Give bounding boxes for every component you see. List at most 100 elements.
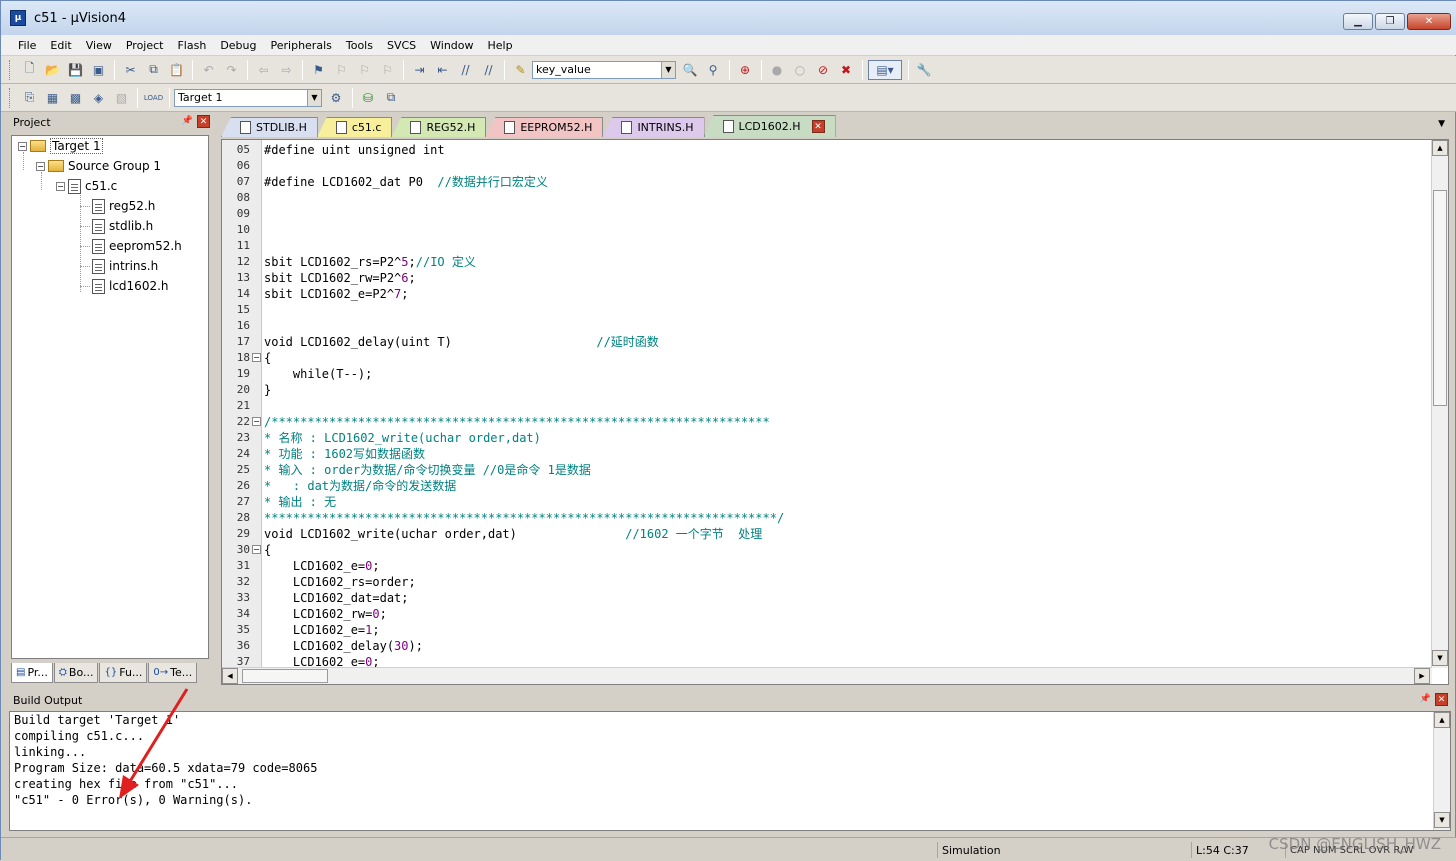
menu-window[interactable]: Window [423, 39, 480, 52]
tab-project[interactable]: ▤ Pr... [11, 663, 53, 683]
unindent-icon[interactable]: ⇤ [433, 60, 453, 80]
fold-icon[interactable]: − [252, 417, 261, 426]
paste-icon[interactable]: 📋 [167, 60, 187, 80]
toolbar-grip[interactable] [9, 87, 12, 108]
tree-item-header[interactable]: reg52.h [92, 197, 155, 215]
build-output-text[interactable]: Build target 'Target 1' compiling c51.c.… [9, 711, 1451, 831]
navigate-forward-icon[interactable]: ⇨ [277, 60, 297, 80]
tree-item-header[interactable]: stdlib.h [92, 217, 153, 235]
collapse-icon[interactable]: − [18, 141, 27, 151]
tab-reg52[interactable]: REG52.H [391, 117, 487, 137]
menu-help[interactable]: Help [481, 39, 520, 52]
menu-view[interactable]: View [79, 39, 119, 52]
tab-templates[interactable]: 0→ Te... [148, 663, 198, 683]
tab-intrins[interactable]: INTRINS.H [602, 117, 705, 137]
menu-peripherals[interactable]: Peripherals [264, 39, 339, 52]
download-icon[interactable]: LOAD [144, 88, 164, 108]
redo-icon[interactable]: ↷ [222, 60, 242, 80]
copy-icon[interactable]: ⧉ [144, 60, 164, 80]
code-editor[interactable]: 05 06 07 08 09 10 11 12 13 14 15 16 17 18−19 20 21 22−23… [221, 139, 1449, 685]
chevron-down-icon[interactable]: ▼ [307, 89, 321, 106]
tree-item-header[interactable]: intrins.h [92, 257, 158, 275]
scroll-up-icon[interactable]: ▲ [1432, 140, 1448, 156]
fold-icon[interactable]: − [252, 353, 261, 362]
debug-session-icon[interactable]: ⊕ [735, 60, 755, 80]
menu-project[interactable]: Project [119, 39, 171, 52]
disable-all-breakpoints-icon[interactable]: ⊘ [813, 60, 833, 80]
new-file-icon[interactable]: 🗋 [20, 60, 40, 80]
navigate-back-icon[interactable]: ⇦ [254, 60, 274, 80]
close-icon[interactable]: ✕ [1435, 693, 1448, 706]
tree-item-target[interactable]: − Target 1 [18, 137, 103, 155]
uncomment-icon[interactable]: ∕∕ [479, 60, 499, 80]
manage-books-icon[interactable]: ⧉ [381, 88, 401, 108]
menu-tools[interactable]: Tools [339, 39, 380, 52]
incremental-find-icon[interactable]: ⚲ [703, 60, 723, 80]
translate-icon[interactable]: ⎘ [20, 88, 40, 108]
manage-components-icon[interactable]: ⛁ [358, 88, 378, 108]
pin-icon[interactable]: 📌 [1420, 694, 1431, 704]
scroll-thumb[interactable] [1433, 190, 1447, 406]
scroll-right-icon[interactable]: ▶ [1414, 668, 1430, 684]
scroll-up-icon[interactable]: ▲ [1434, 712, 1450, 728]
prev-bookmark-icon[interactable]: ⚐ [332, 60, 352, 80]
toolbar-grip[interactable] [9, 59, 12, 80]
vertical-scrollbar[interactable]: ▲ ▼ [1431, 140, 1448, 668]
tree-item-header[interactable]: lcd1602.h [92, 277, 169, 295]
tab-c51[interactable]: c51.c [316, 117, 393, 137]
tree-item-header[interactable]: eeprom52.h [92, 237, 182, 255]
target-combo[interactable]: Target 1 ▼ [174, 88, 322, 107]
cut-icon[interactable]: ✂ [121, 60, 141, 80]
menu-file[interactable]: File [11, 39, 43, 52]
comment-icon[interactable]: // [456, 60, 476, 80]
window-layout-icon[interactable]: ▤▾ [868, 59, 902, 80]
tab-eeprom52[interactable]: EEPROM52.H [485, 117, 604, 137]
minimize-button[interactable]: ▁ [1343, 13, 1373, 30]
next-bookmark-icon[interactable]: ⚐ [355, 60, 375, 80]
tabs-dropdown-icon[interactable]: ▼ [1438, 119, 1445, 129]
save-all-icon[interactable]: ▣ [89, 60, 109, 80]
target-options-icon[interactable]: ⚙ [326, 88, 346, 108]
kill-all-breakpoints-icon[interactable]: ✖ [836, 60, 856, 80]
menu-edit[interactable]: Edit [43, 39, 78, 52]
open-folder-icon[interactable]: 📂 [43, 60, 63, 80]
rebuild-icon[interactable]: ▩ [66, 88, 86, 108]
tab-books[interactable]: ⛭ Bo... [53, 663, 99, 683]
indent-icon[interactable]: ⇥ [410, 60, 430, 80]
bookmark-icon[interactable]: ⚑ [309, 60, 329, 80]
close-tab-icon[interactable]: ✕ [811, 120, 825, 133]
menu-debug[interactable]: Debug [213, 39, 263, 52]
undo-icon[interactable]: ↶ [199, 60, 219, 80]
stop-build-icon[interactable]: ▧ [112, 88, 132, 108]
collapse-icon[interactable]: − [56, 181, 65, 191]
collapse-icon[interactable]: − [36, 161, 45, 171]
horizontal-scrollbar[interactable]: ◀ ▶ [222, 667, 1432, 684]
scroll-thumb[interactable] [242, 669, 328, 683]
tree-item-group[interactable]: − Source Group 1 [36, 157, 161, 175]
tab-lcd1602[interactable]: LCD1602.H ✕ [703, 115, 836, 137]
disable-breakpoint-icon[interactable]: ○ [790, 60, 810, 80]
save-icon[interactable]: 💾 [66, 60, 86, 80]
menu-flash[interactable]: Flash [170, 39, 213, 52]
menu-svcs[interactable]: SVCS [380, 39, 423, 52]
configure-icon[interactable]: 🔧 [914, 60, 934, 80]
scroll-down-icon[interactable]: ▼ [1434, 812, 1450, 828]
tab-stdlib[interactable]: STDLIB.H [221, 117, 318, 137]
build-icon[interactable]: ▦ [43, 88, 63, 108]
restore-button[interactable]: ❐ [1375, 13, 1405, 30]
find-combo[interactable]: key_value ▼ [532, 60, 676, 79]
batch-build-icon[interactable]: ◈ [89, 88, 109, 108]
tree-item-source[interactable]: − c51.c [56, 177, 117, 195]
pin-icon[interactable]: 📌 [182, 116, 193, 126]
find-icon[interactable]: 🔍 [680, 60, 700, 80]
find-in-files-icon[interactable]: ✎ [511, 60, 531, 80]
scroll-left-icon[interactable]: ◀ [222, 668, 238, 684]
clear-bookmarks-icon[interactable]: ⚐ [378, 60, 398, 80]
breakpoint-icon[interactable]: ● [767, 60, 787, 80]
chevron-down-icon[interactable]: ▼ [661, 61, 675, 78]
fold-icon[interactable]: − [252, 545, 261, 554]
vertical-scrollbar[interactable]: ▲ ▼ [1433, 712, 1450, 830]
scroll-down-icon[interactable]: ▼ [1432, 650, 1448, 666]
close-button[interactable]: ✕ [1407, 13, 1451, 30]
tab-functions[interactable]: {} Fu... [99, 663, 148, 683]
